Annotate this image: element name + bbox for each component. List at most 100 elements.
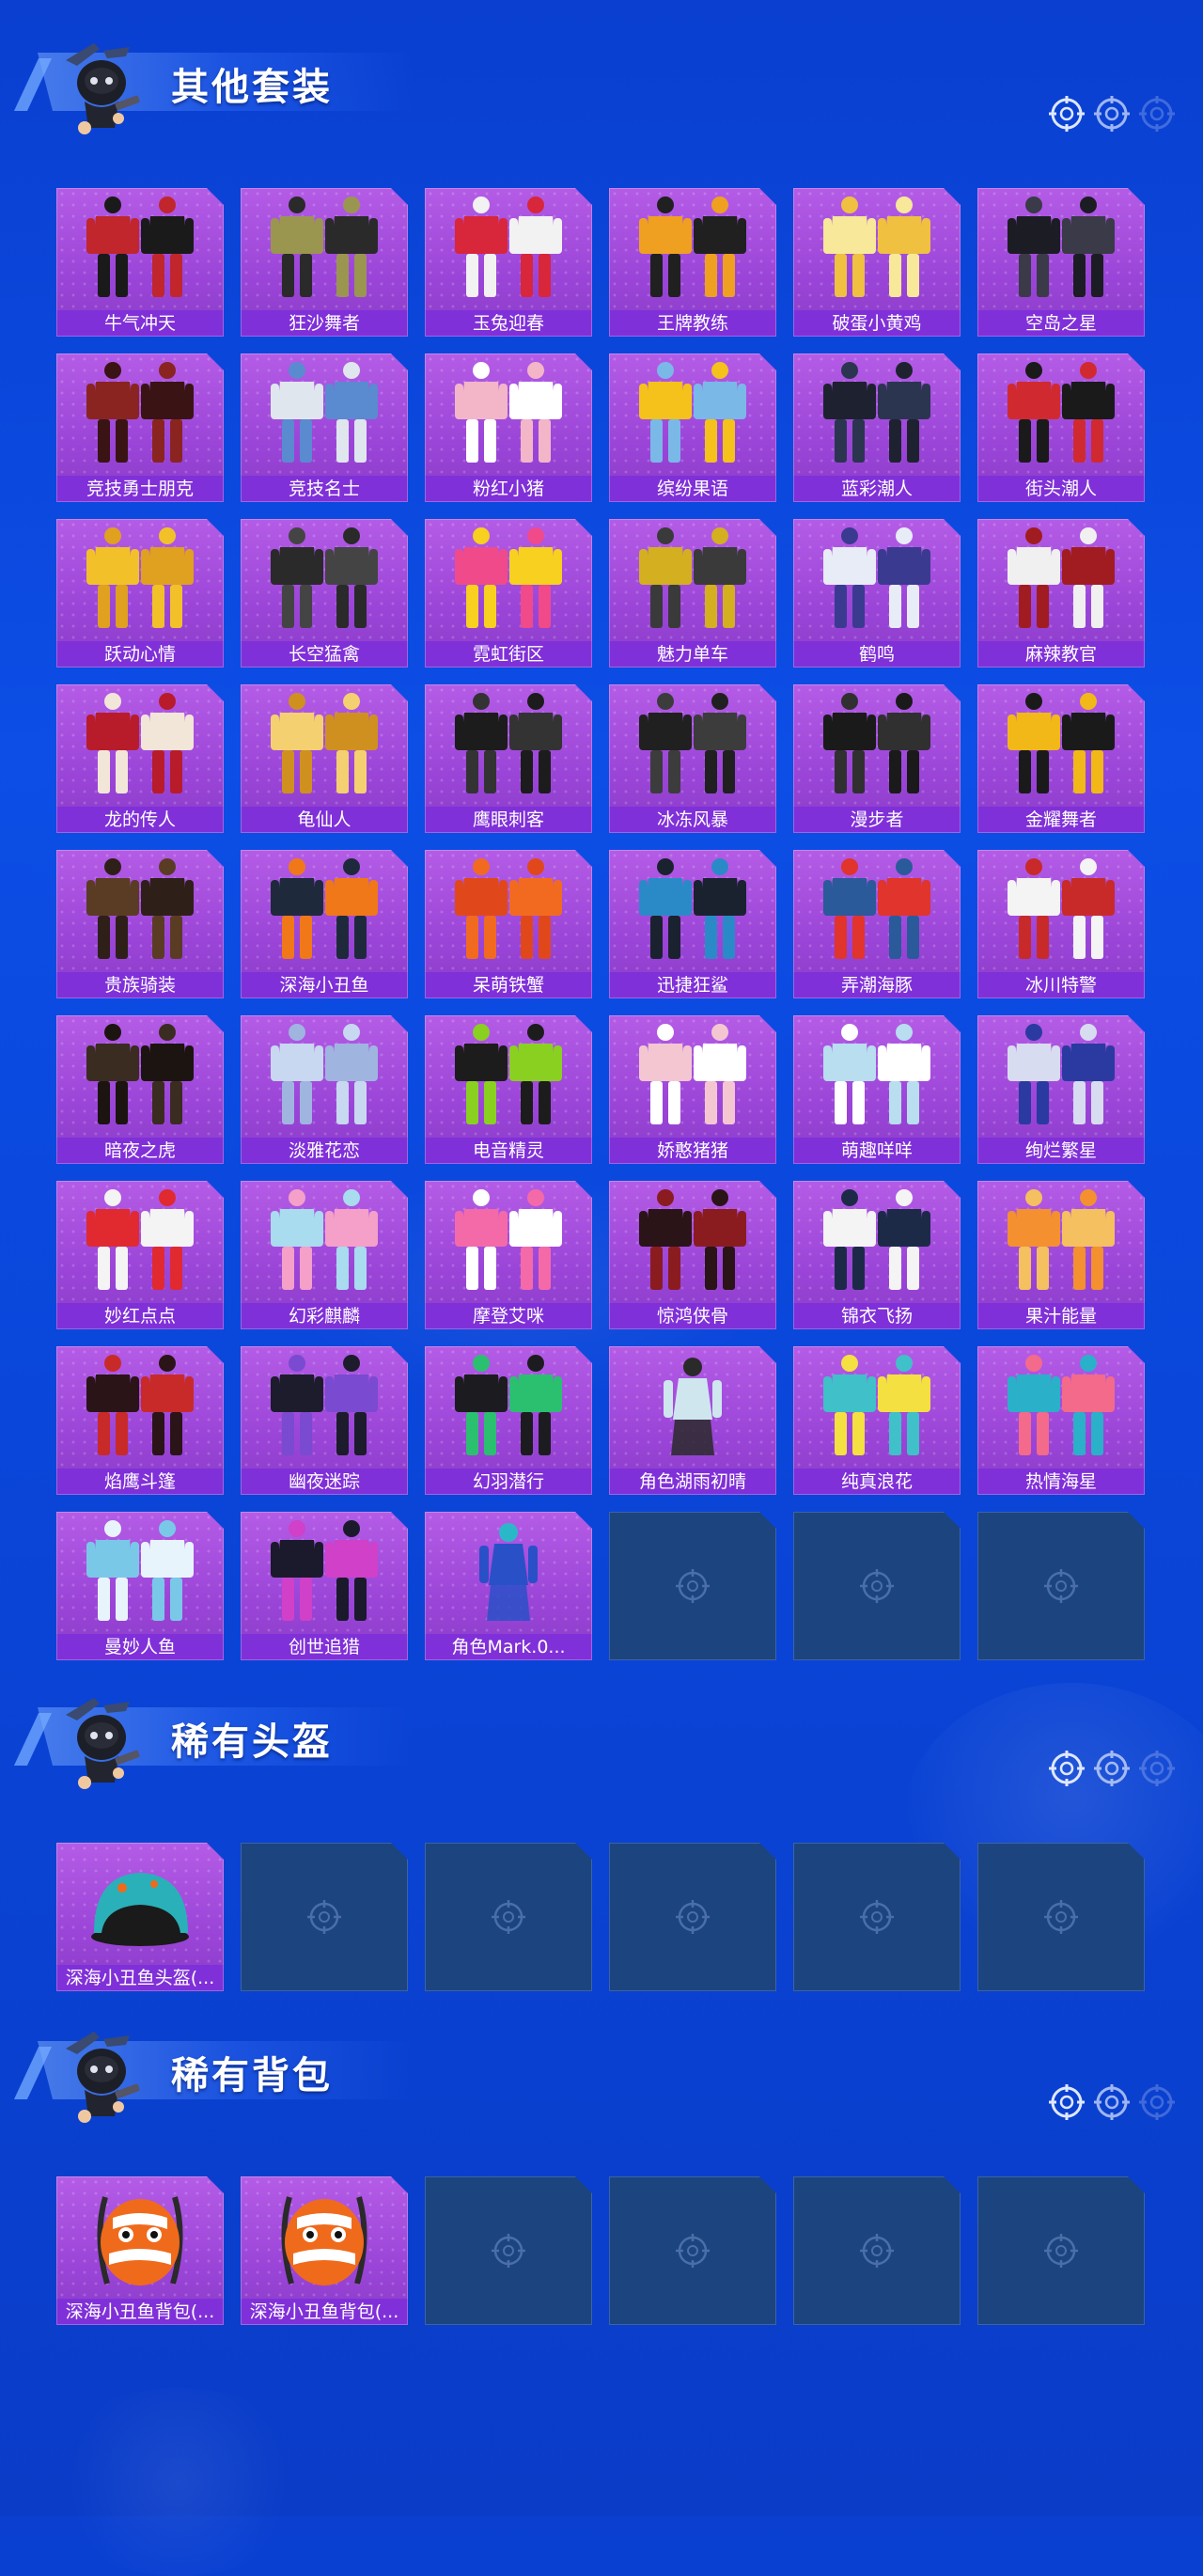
item-card[interactable]: 深海小丑鱼 bbox=[241, 850, 408, 998]
item-card[interactable]: 萌趣咩咩 bbox=[793, 1015, 961, 1164]
hero-robe-icon bbox=[639, 1189, 746, 1290]
item-card[interactable]: 惊鸿侠骨 bbox=[609, 1181, 776, 1329]
item-card[interactable]: 龟仙人 bbox=[241, 684, 408, 833]
item-card[interactable]: 魅力单车 bbox=[609, 519, 776, 668]
empty-slot-icon bbox=[860, 1569, 894, 1603]
red-dots-icon bbox=[86, 1189, 194, 1290]
item-card[interactable]: 竞技勇士朋克 bbox=[56, 353, 224, 502]
wave-outfit-icon bbox=[823, 1355, 930, 1455]
backpack-icon bbox=[281, 2196, 367, 2285]
item-card[interactable]: 缤纷果语 bbox=[609, 353, 776, 502]
item-card[interactable]: 幻羽潜行 bbox=[425, 1346, 592, 1495]
item-label: 贵族骑装 bbox=[56, 972, 224, 998]
hoodie-icon bbox=[823, 527, 930, 628]
gold-outfit-icon bbox=[1008, 693, 1115, 793]
item-label: 冰冻风暴 bbox=[609, 807, 776, 833]
item-card[interactable]: 焰鹰斗篷 bbox=[56, 1346, 224, 1495]
empty-slot bbox=[609, 1512, 776, 1660]
item-label: 鹤鸣 bbox=[793, 641, 961, 668]
item-card[interactable]: 长空猛禽 bbox=[241, 519, 408, 668]
item-card[interactable]: 鹤鸣 bbox=[793, 519, 961, 668]
empty-slot bbox=[977, 2176, 1145, 2325]
item-label: 娇憨猪猪 bbox=[609, 1138, 776, 1164]
item-card[interactable]: 绚烂繁星 bbox=[977, 1015, 1145, 1164]
item-card[interactable]: 深海小丑鱼背包(... bbox=[241, 2176, 408, 2325]
crab-outfit-icon bbox=[455, 858, 562, 959]
mascot-icon bbox=[66, 1698, 140, 1789]
clownfish-outfit-icon bbox=[271, 858, 378, 959]
item-card[interactable]: 暗夜之虎 bbox=[56, 1015, 224, 1164]
item-card[interactable]: 深海小丑鱼背包(... bbox=[56, 2176, 224, 2325]
sky-outfit-icon bbox=[1008, 196, 1115, 297]
item-card[interactable]: 幽夜迷踪 bbox=[241, 1346, 408, 1495]
item-card[interactable]: 幻彩麒麟 bbox=[241, 1181, 408, 1329]
character-figure-icon bbox=[664, 1358, 722, 1455]
item-card[interactable]: 玉兔迎春 bbox=[425, 188, 592, 337]
item-card[interactable]: 果汁能量 bbox=[977, 1181, 1145, 1329]
empty-slot bbox=[425, 1843, 592, 1991]
item-card[interactable]: 破蛋小黄鸡 bbox=[793, 188, 961, 337]
item-card[interactable]: 角色Mark.0... bbox=[425, 1512, 592, 1660]
crosshair-icon bbox=[1049, 1751, 1085, 1786]
item-label: 深海小丑鱼头盔(... bbox=[56, 1965, 224, 1991]
item-card[interactable]: 贵族骑装 bbox=[56, 850, 224, 998]
yellow-outfit-icon bbox=[86, 527, 194, 628]
item-card[interactable]: 狂沙舞者 bbox=[241, 188, 408, 337]
item-label: 淡雅花恋 bbox=[241, 1138, 408, 1164]
item-card[interactable]: 娇憨猪猪 bbox=[609, 1015, 776, 1164]
blue-trend-outfit-icon bbox=[823, 362, 930, 463]
item-label: 幻彩麒麟 bbox=[241, 1303, 408, 1329]
item-card[interactable]: 麻辣教官 bbox=[977, 519, 1145, 668]
item-label: 龙的传人 bbox=[56, 807, 224, 833]
item-card[interactable]: 王牌教练 bbox=[609, 188, 776, 337]
item-card[interactable]: 牛气冲天 bbox=[56, 188, 224, 337]
night-tiger-icon bbox=[86, 1024, 194, 1124]
item-card[interactable]: 曼妙人鱼 bbox=[56, 1512, 224, 1660]
item-card[interactable]: 深海小丑鱼头盔(... bbox=[56, 1843, 224, 1991]
item-card[interactable]: 空岛之星 bbox=[977, 188, 1145, 337]
turtle-shirt-icon bbox=[271, 693, 378, 793]
item-card[interactable]: 锦衣飞扬 bbox=[793, 1181, 961, 1329]
crosshair-icon bbox=[1094, 96, 1130, 132]
item-card[interactable]: 漫步者 bbox=[793, 684, 961, 833]
item-card[interactable]: 粉红小猪 bbox=[425, 353, 592, 502]
empty-slot bbox=[977, 1512, 1145, 1660]
item-card[interactable]: 龙的传人 bbox=[56, 684, 224, 833]
item-label: 王牌教练 bbox=[609, 310, 776, 337]
mermaid-outfit-icon bbox=[86, 1520, 194, 1621]
item-card[interactable]: 竞技名士 bbox=[241, 353, 408, 502]
item-card[interactable]: 蓝彩潮人 bbox=[793, 353, 961, 502]
item-card[interactable]: 鹰眼刺客 bbox=[425, 684, 592, 833]
item-card[interactable]: 冰川特警 bbox=[977, 850, 1145, 998]
section-backpacks: 稀有背包 深海小丑鱼背包(... 深海小丑鱼背包(... bbox=[0, 1988, 1203, 2325]
item-label: 长空猛禽 bbox=[241, 641, 408, 668]
item-card[interactable]: 迅捷狂鲨 bbox=[609, 850, 776, 998]
item-label: 鹰眼刺客 bbox=[425, 807, 592, 833]
item-card[interactable]: 街头潮人 bbox=[977, 353, 1145, 502]
item-card[interactable]: 角色湖雨初晴 bbox=[609, 1346, 776, 1495]
item-card[interactable]: 热情海星 bbox=[977, 1346, 1145, 1495]
item-grid: 牛气冲天 狂沙舞者 玉兔迎春 王牌教练 破蛋小黄鸡 空岛之星竞技勇士朋克 竞技名士 粉红小猪缤… bbox=[56, 188, 1145, 1660]
genesis-outfit-icon bbox=[271, 1520, 378, 1621]
empty-slot-icon bbox=[676, 1569, 710, 1603]
empty-slot bbox=[609, 2176, 776, 2325]
section-title: 其他套装 bbox=[171, 66, 333, 109]
item-card[interactable]: 淡雅花恋 bbox=[241, 1015, 408, 1164]
empty-slot-icon bbox=[492, 2234, 525, 2268]
item-card[interactable]: 创世追猎 bbox=[241, 1512, 408, 1660]
item-card[interactable]: 电音精灵 bbox=[425, 1015, 592, 1164]
item-card[interactable]: 霓虹街区 bbox=[425, 519, 592, 668]
noble-outfit-icon bbox=[86, 858, 194, 959]
item-card[interactable]: 摩登艾咪 bbox=[425, 1181, 592, 1329]
item-card[interactable]: 妙红点点 bbox=[56, 1181, 224, 1329]
item-label: 锦衣飞扬 bbox=[793, 1303, 961, 1329]
item-card[interactable]: 冰冻风暴 bbox=[609, 684, 776, 833]
item-card[interactable]: 金耀舞者 bbox=[977, 684, 1145, 833]
item-card[interactable]: 纯真浪花 bbox=[793, 1346, 961, 1495]
empty-slot bbox=[609, 1843, 776, 1991]
walker-outfit-icon bbox=[823, 693, 930, 793]
night-trail-icon bbox=[271, 1355, 378, 1455]
item-card[interactable]: 弄潮海豚 bbox=[793, 850, 961, 998]
item-card[interactable]: 呆萌铁蟹 bbox=[425, 850, 592, 998]
item-card[interactable]: 跃动心情 bbox=[56, 519, 224, 668]
